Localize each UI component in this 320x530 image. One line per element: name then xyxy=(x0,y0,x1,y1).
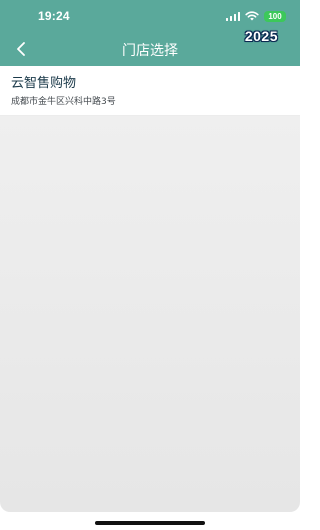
empty-content-area xyxy=(0,116,300,512)
store-item[interactable]: 云智售购物 成都市金牛区兴科中路3号 xyxy=(0,66,300,116)
store-name: 云智售购物 xyxy=(11,76,77,91)
store-list: 云智售购物 成都市金牛区兴科中路3号 xyxy=(0,66,300,116)
wifi-icon xyxy=(245,11,259,21)
app-header: 19:24 100 门店选择 2025 xyxy=(0,0,300,66)
nav-bar: 门店选择 2025 xyxy=(0,28,300,66)
status-icons: 100 xyxy=(225,10,286,22)
store-address: 成都市金牛区兴科中路3号 xyxy=(11,97,116,107)
signal-icon xyxy=(225,11,240,21)
phone-screen: 19:24 100 门店选择 2025 云智售购物 成都市金牛区兴科中路3号 xyxy=(0,0,300,530)
home-indicator xyxy=(95,521,205,525)
year-badge: 2025 xyxy=(244,28,278,44)
battery-icon: 100 xyxy=(264,10,286,22)
status-time: 19:24 xyxy=(38,9,70,23)
